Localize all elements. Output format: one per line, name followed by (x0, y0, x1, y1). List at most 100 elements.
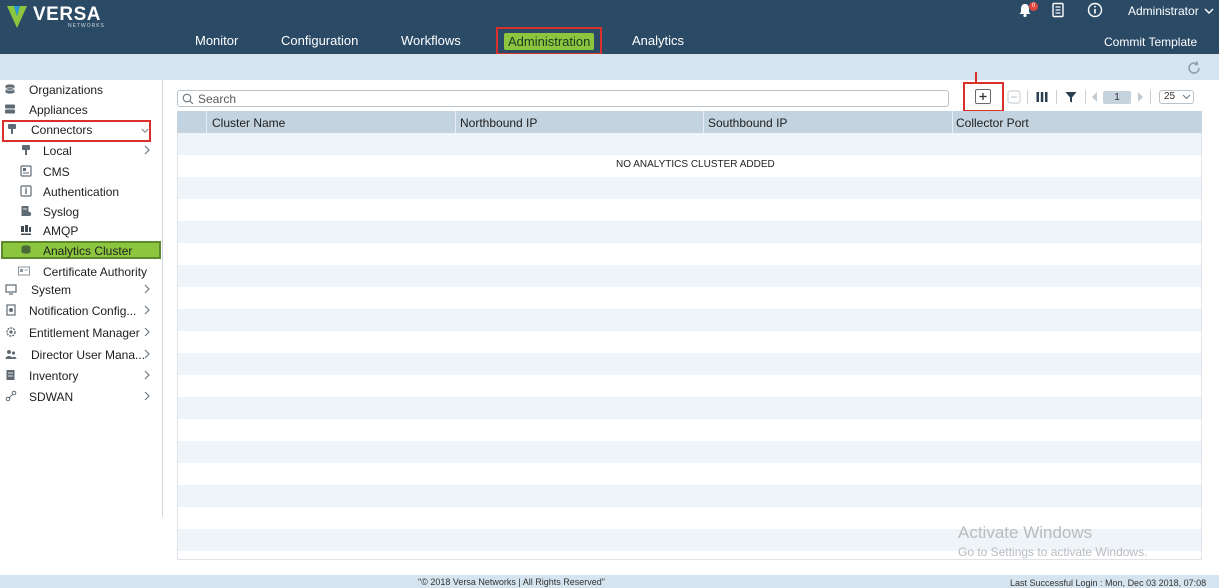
commit-template-button[interactable]: Commit Template (1104, 35, 1197, 49)
sidebar-item-label: Entitlement Manager (29, 326, 140, 340)
table-row (178, 463, 1201, 485)
toolbar-separator (1150, 90, 1151, 104)
analytics-cluster-icon (21, 245, 31, 254)
sidebar-item-label: AMQP (43, 224, 79, 238)
sidebar-item-label: Local (43, 144, 72, 158)
sidebar-item-analytics-cluster[interactable]: Analytics Cluster (0, 242, 160, 260)
user-menu[interactable]: Administrator (1128, 4, 1214, 18)
sidebar-item-amqp[interactable]: AMQP (0, 222, 160, 240)
remove-icon[interactable] (1007, 90, 1021, 104)
activate-windows-hint: Go to Settings to activate Windows. (958, 545, 1148, 559)
certificate-icon (18, 266, 30, 276)
search-input[interactable] (198, 92, 938, 106)
nav-administration[interactable]: Administration (504, 33, 594, 50)
table-row (178, 243, 1201, 265)
table-row (178, 287, 1201, 309)
nav-monitor[interactable]: Monitor (195, 33, 238, 48)
nav-configuration[interactable]: Configuration (281, 33, 358, 48)
empty-table-message: NO ANALYTICS CLUSTER ADDED (616, 159, 775, 170)
syslog-icon (21, 206, 32, 217)
annotation-pointer (975, 72, 977, 82)
chevron-right-icon (144, 391, 150, 401)
versa-logo-icon (7, 6, 27, 28)
table-row (178, 419, 1201, 441)
table-row (178, 177, 1201, 199)
sidebar-item-sdwan[interactable]: SDWAN (0, 388, 160, 406)
nav-analytics[interactable]: Analytics (632, 33, 684, 48)
table-row (178, 133, 1201, 155)
sidebar-item-local[interactable]: Local (0, 142, 160, 160)
table-row (178, 353, 1201, 375)
inventory-icon (6, 370, 15, 380)
table-row (178, 265, 1201, 287)
local-icon (22, 145, 30, 155)
sidebar-item-label: Appliances (29, 103, 88, 117)
sidebar-item-label: Authentication (43, 185, 120, 199)
appliances-icon (5, 104, 15, 114)
last-login-text: Last Successful Login : Mon, Dec 03 2018… (1010, 578, 1207, 588)
sidebar-item-label: Syslog (43, 205, 80, 219)
plus-icon (979, 93, 987, 100)
notification-count-badge: 0 (1029, 2, 1038, 11)
top-header: VERSA NETWORKS Monitor Configuration Wor… (0, 0, 1219, 55)
footer: "© 2018 Versa Networks | All Rights Rese… (0, 575, 1219, 588)
previous-page-icon[interactable] (1091, 91, 1099, 103)
next-page-icon[interactable] (1136, 91, 1144, 103)
entitlement-gear-icon (6, 327, 16, 337)
sidebar-item-notification-config[interactable]: Notification Config... (0, 302, 160, 320)
nav-workflows[interactable]: Workflows (401, 33, 461, 48)
document-list-icon[interactable] (1050, 2, 1066, 18)
chevron-right-icon (144, 305, 150, 315)
sidebar-item-system[interactable]: System (0, 281, 160, 299)
sidebar-item-label: Certificate Authority (43, 265, 148, 279)
sidebar-item-appliances[interactable]: Appliances (0, 101, 160, 119)
table-row (178, 485, 1201, 507)
brand-sub: NETWORKS (68, 23, 105, 29)
sidebar-item-authentication[interactable]: Authentication (0, 183, 160, 201)
page-number-field[interactable]: 1 (1103, 91, 1131, 104)
table-row (178, 221, 1201, 243)
sidebar-item-inventory[interactable]: Inventory (0, 367, 160, 385)
column-header-cluster-name[interactable]: Cluster Name (212, 116, 285, 130)
chevron-down-icon (1182, 94, 1191, 100)
column-header-collector-port[interactable]: Collector Port (956, 116, 1029, 130)
sidebar-item-connectors[interactable]: Connectors (0, 121, 160, 139)
sidebar-item-label: CMS (43, 165, 70, 179)
table-row (178, 309, 1201, 331)
sidebar-item-certificate-authority[interactable]: Certificate Authority (0, 263, 160, 281)
table-row (178, 199, 1201, 221)
chevron-right-icon (144, 284, 150, 294)
notification-config-icon (6, 304, 16, 316)
page-size-value: 25 (1164, 91, 1176, 102)
column-header-southbound-ip[interactable]: Southbound IP (708, 116, 787, 130)
sdwan-icon (5, 390, 17, 402)
versa-logo[interactable]: VERSA NETWORKS (6, 3, 116, 29)
sidebar-item-label: System (31, 283, 72, 297)
sidebar-item-director-user-management[interactable]: Director User Mana... (0, 346, 160, 364)
sidebar-item-entitlement-manager[interactable]: Entitlement Manager (0, 324, 160, 342)
filter-icon[interactable] (1064, 90, 1078, 104)
chevron-down-icon (1204, 8, 1214, 14)
sidebar-item-syslog[interactable]: Syslog (0, 203, 160, 221)
column-header-northbound-ip[interactable]: Northbound IP (460, 116, 537, 130)
page-size-select[interactable]: 25 (1159, 90, 1194, 104)
sidebar-item-label: Notification Config... (29, 304, 137, 318)
sidebar-item-label: Inventory (29, 369, 79, 383)
add-button[interactable] (975, 89, 991, 104)
organizations-icon (5, 84, 15, 94)
sidebar-item-label: SDWAN (29, 390, 74, 404)
system-icon (5, 284, 17, 295)
table-row (178, 397, 1201, 419)
nav-administration-label: Administration (508, 34, 591, 49)
chevron-right-icon (144, 370, 150, 380)
toolbar-separator (1056, 90, 1057, 104)
refresh-icon[interactable] (1186, 60, 1202, 76)
sidebar-item-label: Connectors (31, 123, 93, 137)
sidebar-item-organizations[interactable]: Organizations (0, 81, 160, 99)
sidebar-item-label: Director User Mana... (31, 348, 146, 362)
columns-icon[interactable] (1035, 90, 1049, 104)
amqp-icon (21, 225, 31, 235)
sidebar-item-cms[interactable]: CMS (0, 163, 160, 181)
sidebar-item-label: Organizations (29, 83, 104, 97)
info-icon[interactable] (1087, 2, 1103, 18)
